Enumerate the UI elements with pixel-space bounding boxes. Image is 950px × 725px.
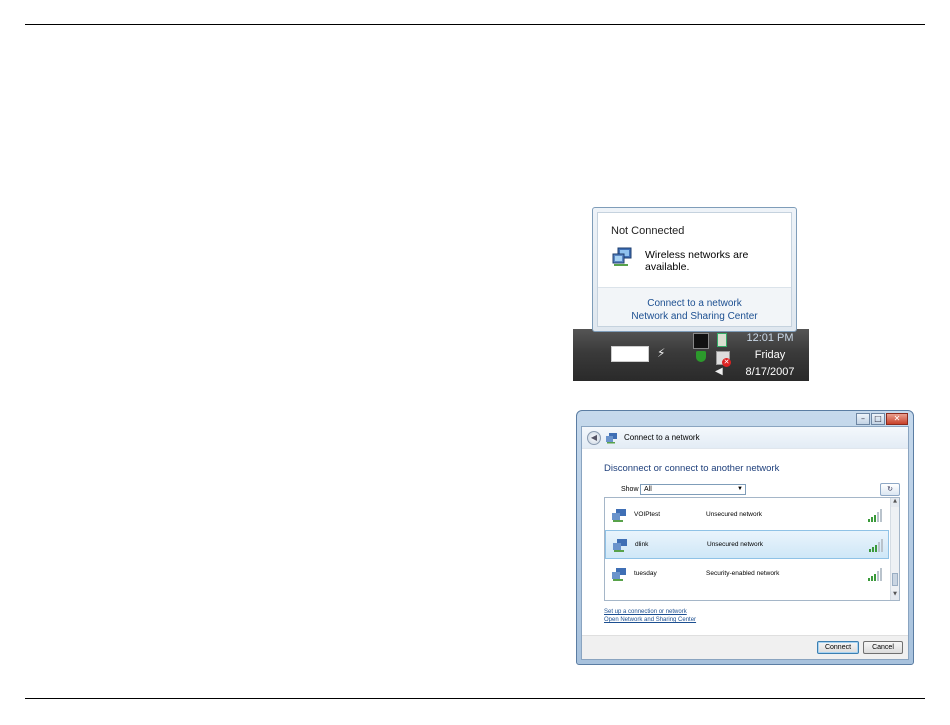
maximize-button[interactable]: □ [871, 413, 885, 425]
scroll-up-icon[interactable]: ▲ [891, 498, 899, 507]
show-filter-value: All [644, 486, 652, 493]
popup-content: Not Connected Wireless networks are avai… [597, 212, 792, 327]
clock-day[interactable]: Friday [735, 349, 805, 361]
taskbar: ⚡ ✕ ◀ 12:01 PM Friday 8/17/2007 [573, 329, 809, 381]
back-arrow-icon[interactable]: ◀ [587, 431, 601, 445]
network-row-dlink[interactable]: dlink Unsecured network [605, 530, 889, 559]
network-security: Unsecured network [707, 541, 763, 548]
window-controls: – □ ✕ [856, 413, 908, 426]
show-filter-select[interactable]: All ▼ [640, 484, 746, 495]
wireless-disconnected-icon[interactable]: ✕ [716, 351, 731, 367]
connect-button[interactable]: Connect [817, 641, 859, 654]
popup-title: Not Connected [611, 225, 685, 237]
page-bottom-rule [25, 698, 925, 699]
dialog-header: ◀ Connect to a network [582, 427, 908, 449]
clock-date[interactable]: 8/17/2007 [735, 366, 805, 378]
clock-time[interactable]: 12:01 PM [735, 332, 805, 344]
network-name: dlink [635, 541, 649, 548]
network-row-voiptest[interactable]: VOIPtest Unsecured network [605, 501, 889, 530]
power-plug-icon[interactable]: ⚡ [657, 346, 665, 360]
minimize-button[interactable]: – [856, 413, 870, 425]
scroll-down-icon[interactable]: ▼ [891, 591, 899, 600]
popup-message: Wireless networks are available. [645, 249, 749, 273]
scroll-thumb[interactable] [892, 573, 898, 586]
open-sharing-center-link[interactable]: Open Network and Sharing Center [604, 617, 696, 623]
network-security: Unsecured network [706, 511, 762, 518]
setup-connection-link[interactable]: Set up a connection or network [604, 609, 687, 615]
signal-strength-icon [868, 568, 882, 581]
network-computer-icon [612, 509, 626, 522]
connect-network-dialog: – □ ✕ ◀ Connect to a network Disconnect … [576, 410, 914, 665]
network-computer-icon [606, 433, 617, 444]
network-name: tuesday [634, 570, 657, 577]
network-computer-icon [612, 247, 632, 266]
close-button[interactable]: ✕ [886, 413, 908, 425]
show-label: Show [621, 486, 639, 493]
network-security: Security-enabled network [706, 570, 780, 577]
popup-links: Connect to a network Network and Sharing… [598, 287, 791, 326]
network-notification-popup: Not Connected Wireless networks are avai… [592, 207, 797, 332]
network-sharing-center-link[interactable]: Network and Sharing Center [598, 310, 791, 323]
signal-strength-icon [869, 539, 883, 552]
error-x-icon: ✕ [722, 358, 731, 367]
dialog-footer: Connect Cancel [582, 635, 908, 659]
list-scrollbar[interactable]: ▲ ▼ [890, 498, 899, 600]
connect-to-network-link[interactable]: Connect to a network [598, 297, 791, 310]
battery-icon[interactable] [717, 333, 727, 347]
tray-network-icon[interactable] [693, 333, 709, 349]
refresh-icon[interactable]: ↻ [880, 483, 900, 496]
chevron-down-icon: ▼ [737, 486, 743, 492]
volume-icon[interactable]: ◀ [715, 367, 723, 377]
network-row-tuesday[interactable]: tuesday Security-enabled network [605, 560, 889, 589]
cancel-button[interactable]: Cancel [863, 641, 903, 654]
taskbar-blank-field [611, 346, 649, 362]
network-computer-icon [612, 568, 626, 581]
network-list[interactable]: VOIPtest Unsecured network dlink Unsecur… [604, 497, 900, 601]
network-name: VOIPtest [634, 511, 661, 518]
dialog-body: ◀ Connect to a network Disconnect or con… [581, 426, 909, 660]
security-shield-icon[interactable] [696, 351, 706, 362]
dialog-heading: Disconnect or connect to another network [604, 463, 780, 474]
dialog-title: Connect to a network [624, 433, 700, 442]
signal-strength-icon [868, 509, 882, 522]
page-top-rule [25, 24, 925, 25]
network-computer-icon [613, 539, 627, 552]
